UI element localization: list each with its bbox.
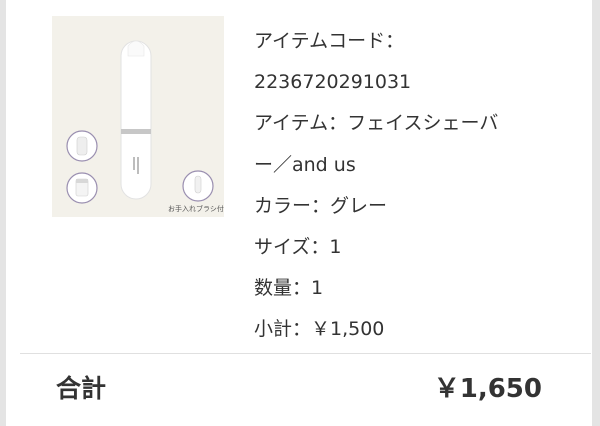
item-subtotal: 小計：￥1,500 — [254, 318, 385, 341]
product-details: アイテムコード： 2236720291031 アイテム：フェイスシェーバ ー／a… — [254, 21, 554, 351]
item-code-value: 2236720291031 — [254, 71, 412, 94]
image-caption: お手入れブラシ付 — [168, 205, 224, 213]
total-value: ￥1,650 — [433, 374, 542, 404]
total-label: 合計 — [56, 374, 107, 403]
item-name-line-1: アイテム：フェイスシェーバ — [254, 112, 499, 135]
item-code-label: アイテムコード： — [254, 30, 405, 52]
right-edge-divider — [592, 0, 600, 426]
product-image[interactable]: お手入れブラシ付 — [52, 16, 224, 217]
face-shaver-product-icon — [66, 40, 214, 204]
item-quantity: 数量：1 — [254, 277, 324, 300]
item-color: カラー：グレー — [254, 194, 388, 217]
item-size: サイズ：1 — [254, 235, 342, 258]
order-item-card: お手入れブラシ付 アイテムコード： 2236720291031 アイテム：フェイ… — [6, 0, 592, 426]
item-name-line-2: ー／and us — [254, 153, 356, 176]
section-divider — [20, 353, 591, 354]
